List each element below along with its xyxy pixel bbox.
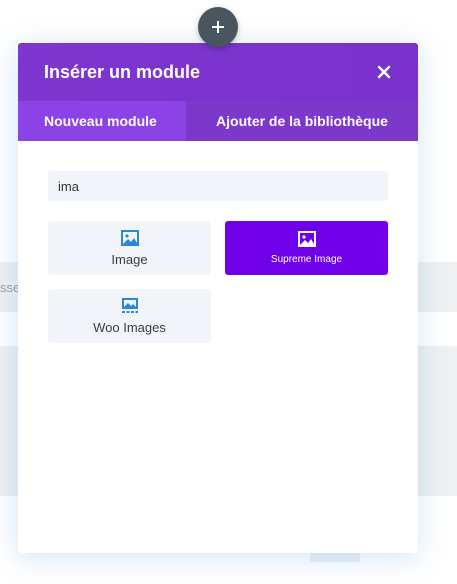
module-image[interactable]: Image (48, 221, 211, 275)
modal-body: Image Supreme Image (18, 141, 418, 343)
gallery-icon (121, 297, 138, 313)
module-label: Woo Images (93, 319, 166, 335)
module-search-input[interactable] (48, 171, 388, 201)
modal-header: Insérer un module (18, 43, 418, 101)
module-label: Image (111, 251, 148, 267)
tab-add-from-library[interactable]: Ajouter de la bibliothèque (186, 101, 418, 141)
module-supreme-image[interactable]: Supreme Image (225, 221, 388, 275)
modal-title: Insérer un module (44, 61, 201, 82)
insert-module-modal: Insérer un module Nouveau module Ajouter… (18, 43, 418, 553)
plus-icon (212, 21, 224, 33)
tab-new-module[interactable]: Nouveau module (18, 101, 186, 141)
module-label: Supreme Image (270, 254, 343, 265)
close-icon[interactable] (376, 64, 392, 80)
module-woo-images[interactable]: Woo Images (48, 289, 211, 343)
module-grid: Image Supreme Image Woo Images (48, 221, 388, 343)
modal-tabs: Nouveau module Ajouter de la bibliothèqu… (18, 101, 418, 141)
add-module-button[interactable] (198, 7, 238, 47)
image-icon (120, 229, 139, 246)
image-icon (297, 231, 316, 247)
